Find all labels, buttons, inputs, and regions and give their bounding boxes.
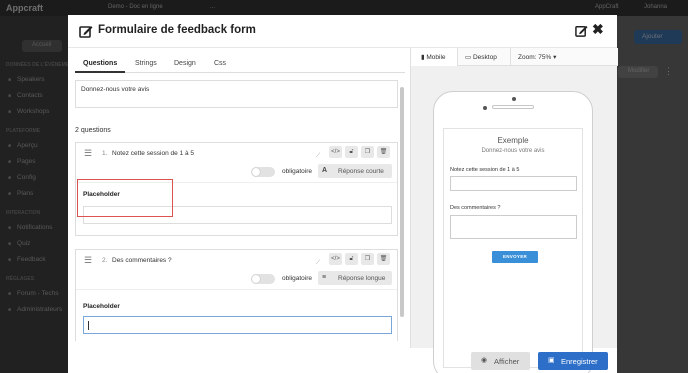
question-header: ☰ 2. Des commentaires ? ⟋ </> 🔓︎ ❐ 🗑︎ ob…: [76, 250, 397, 290]
save-button-label: Enregistrer: [561, 356, 598, 366]
placeholder-label: Placeholder: [83, 303, 120, 310]
show-button-label: Afficher: [494, 356, 520, 366]
tab-desktop-label: Desktop: [472, 54, 497, 61]
phone-icon: ▮: [421, 54, 425, 61]
phone-frame: Exemple Donnez-nous votre avis Notez cet…: [433, 91, 593, 373]
show-button[interactable]: ◉ Afficher: [471, 352, 530, 370]
sensor-icon: [483, 106, 487, 110]
save-button[interactable]: ▣ Enregistrer: [538, 352, 608, 370]
placeholder-input[interactable]: [83, 316, 392, 334]
phone-screen: Exemple Donnez-nous votre avis Notez cet…: [443, 128, 583, 368]
code-icon[interactable]: </>: [329, 146, 342, 158]
preview-long-input[interactable]: [450, 215, 577, 239]
edit-icon[interactable]: [575, 24, 588, 37]
answer-type-button[interactable]: ≡ Réponse longue: [318, 271, 392, 285]
close-icon[interactable]: ✖: [592, 21, 604, 38]
required-toggle[interactable]: [251, 274, 275, 284]
preview-send-button[interactable]: ENVOYER: [492, 251, 538, 263]
preview-question-label: Des commentaires ?: [450, 205, 501, 211]
question-label[interactable]: Des commentaires ?: [112, 257, 172, 264]
required-label: obligatoire: [282, 275, 312, 282]
preview-tabs: ▮ Mobile ▭ Desktop Zoom: 75% ▾: [411, 48, 618, 66]
preview-pane: ▮ Mobile ▭ Desktop Zoom: 75% ▾ Exemple D…: [410, 48, 618, 373]
edit-icon: [79, 26, 93, 38]
modal-title: Formulaire de feedback form: [98, 24, 256, 36]
lock-icon[interactable]: 🔓︎: [345, 146, 358, 158]
drag-handle-icon[interactable]: ☰: [84, 148, 92, 159]
preview-subtitle: Donnez-nous votre avis: [481, 148, 545, 154]
modal-footer: ◉ Afficher ▣ Enregistrer: [68, 348, 617, 373]
answer-type-label: Réponse courte: [338, 167, 384, 175]
camera-icon: [512, 97, 516, 101]
question-card: ☰ 2. Des commentaires ? ⟋ </> 🔓︎ ❐ 🗑︎ ob…: [75, 249, 398, 341]
floppy-disk-icon: ▣: [548, 357, 555, 364]
trash-icon[interactable]: 🗑︎: [377, 253, 390, 265]
question-header: ☰ 1. Notez cette session de 1 à 5 ⟋ </> …: [76, 143, 397, 183]
tab-css[interactable]: Css: [214, 60, 226, 67]
zoom-label: Zoom: 75%: [518, 54, 552, 61]
lock-icon[interactable]: 🔓︎: [345, 253, 358, 265]
tab-mobile[interactable]: ▮ Mobile: [411, 48, 458, 66]
editor-tabs: Questions Strings Design Css: [75, 55, 405, 73]
question-number: 1.: [102, 150, 108, 157]
modal-header: Formulaire de feedback form ✖: [68, 15, 617, 48]
eye-icon: ◉: [481, 357, 488, 364]
resize-icon[interactable]: ⟋: [316, 260, 320, 267]
required-toggle[interactable]: [251, 167, 275, 177]
long-text-icon: ≡: [322, 274, 327, 281]
tab-strings[interactable]: Strings: [135, 60, 157, 67]
question-count: 2 questions: [75, 127, 111, 134]
question-label[interactable]: Notez cette session de 1 à 5: [112, 150, 194, 157]
answer-type-label: Réponse longue: [338, 274, 386, 282]
trash-icon[interactable]: 🗑︎: [377, 146, 390, 158]
copy-icon[interactable]: ❐: [361, 253, 374, 265]
code-icon[interactable]: </>: [329, 253, 342, 265]
required-label: obligatoire: [282, 168, 312, 175]
zoom-select[interactable]: Zoom: 75% ▾: [511, 48, 571, 66]
text-caret: [88, 321, 89, 330]
preview-question-label: Notez cette session de 1 à 5: [450, 167, 520, 173]
tab-design[interactable]: Design: [174, 60, 196, 67]
form-description[interactable]: Donnez-nous votre avis: [75, 80, 398, 108]
answer-type-button[interactable]: A Réponse courte: [318, 164, 392, 178]
preview-short-input[interactable]: [450, 176, 577, 191]
question-number: 2.: [102, 257, 108, 264]
short-text-icon: A: [322, 167, 328, 174]
tab-mobile-label: Mobile: [426, 54, 446, 61]
tab-questions[interactable]: Questions: [83, 60, 117, 67]
tab-desktop[interactable]: ▭ Desktop: [458, 48, 511, 66]
resize-icon[interactable]: ⟋: [316, 153, 320, 160]
copy-icon[interactable]: ❐: [361, 146, 374, 158]
preview-title: Exemple: [497, 136, 529, 145]
speaker-icon: [492, 105, 534, 109]
caret-down-icon: ▾: [553, 54, 557, 61]
scrollbar[interactable]: [400, 87, 404, 317]
drag-handle-icon[interactable]: ☰: [84, 255, 92, 266]
highlight-box: [77, 179, 173, 217]
monitor-icon: ▭: [465, 54, 472, 61]
